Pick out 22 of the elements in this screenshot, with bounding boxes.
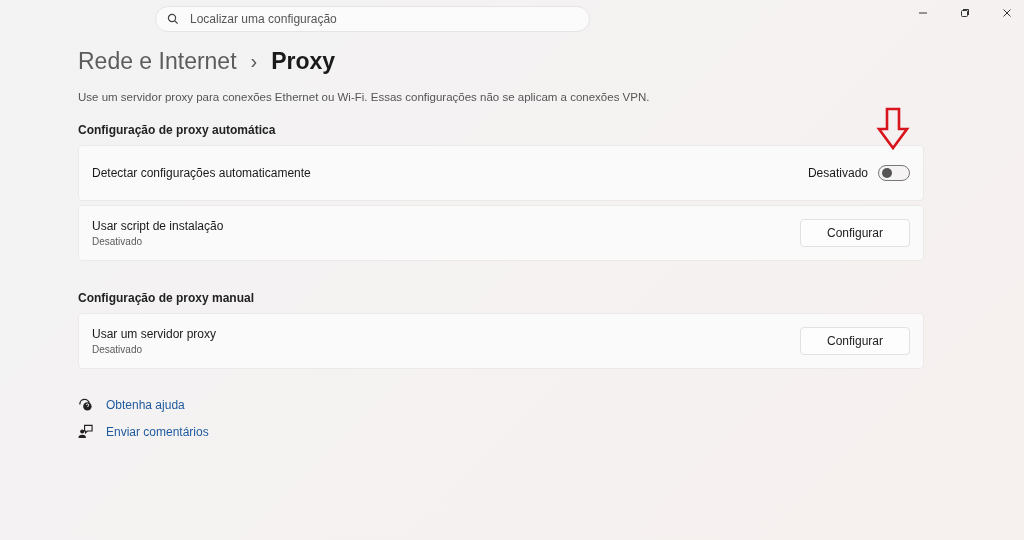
toggle-label: Desativado [807, 166, 868, 180]
toggle-switch[interactable] [878, 165, 910, 181]
restore-icon[interactable] [958, 6, 972, 20]
setting-title: Usar um servidor proxy [92, 327, 218, 341]
setting-title: Usar script de instalação [92, 219, 225, 233]
setting-status: Desativado [92, 236, 144, 247]
breadcrumb-separator: › [250, 50, 258, 73]
link[interactable]: Obtenha ajuda [106, 397, 185, 412]
page-title: Proxy [271, 48, 336, 75]
help-icon [78, 397, 93, 412]
search-icon [167, 13, 179, 25]
breadcrumb-link[interactable]: Rede e Internet [78, 48, 237, 75]
setting-title: Detectar configurações automaticamente [92, 166, 312, 180]
section-heading: Configuração de proxy manual [78, 291, 256, 305]
setting-status: Desativado [92, 344, 144, 355]
description-text: Use um servidor proxy para conexões Ethernet ou Wi-Fi. Essas configurações não se aplicam a conexões VPN. [78, 91, 651, 103]
feedback-icon [78, 424, 93, 439]
configure-button[interactable]: Configurar [800, 327, 910, 355]
configure-button[interactable]: Configurar [800, 219, 910, 247]
search-field[interactable]: Localizar uma configuração [155, 6, 590, 32]
link[interactable]: Enviar comentários [106, 424, 209, 439]
section-heading: Configuração de proxy automática [78, 123, 277, 137]
